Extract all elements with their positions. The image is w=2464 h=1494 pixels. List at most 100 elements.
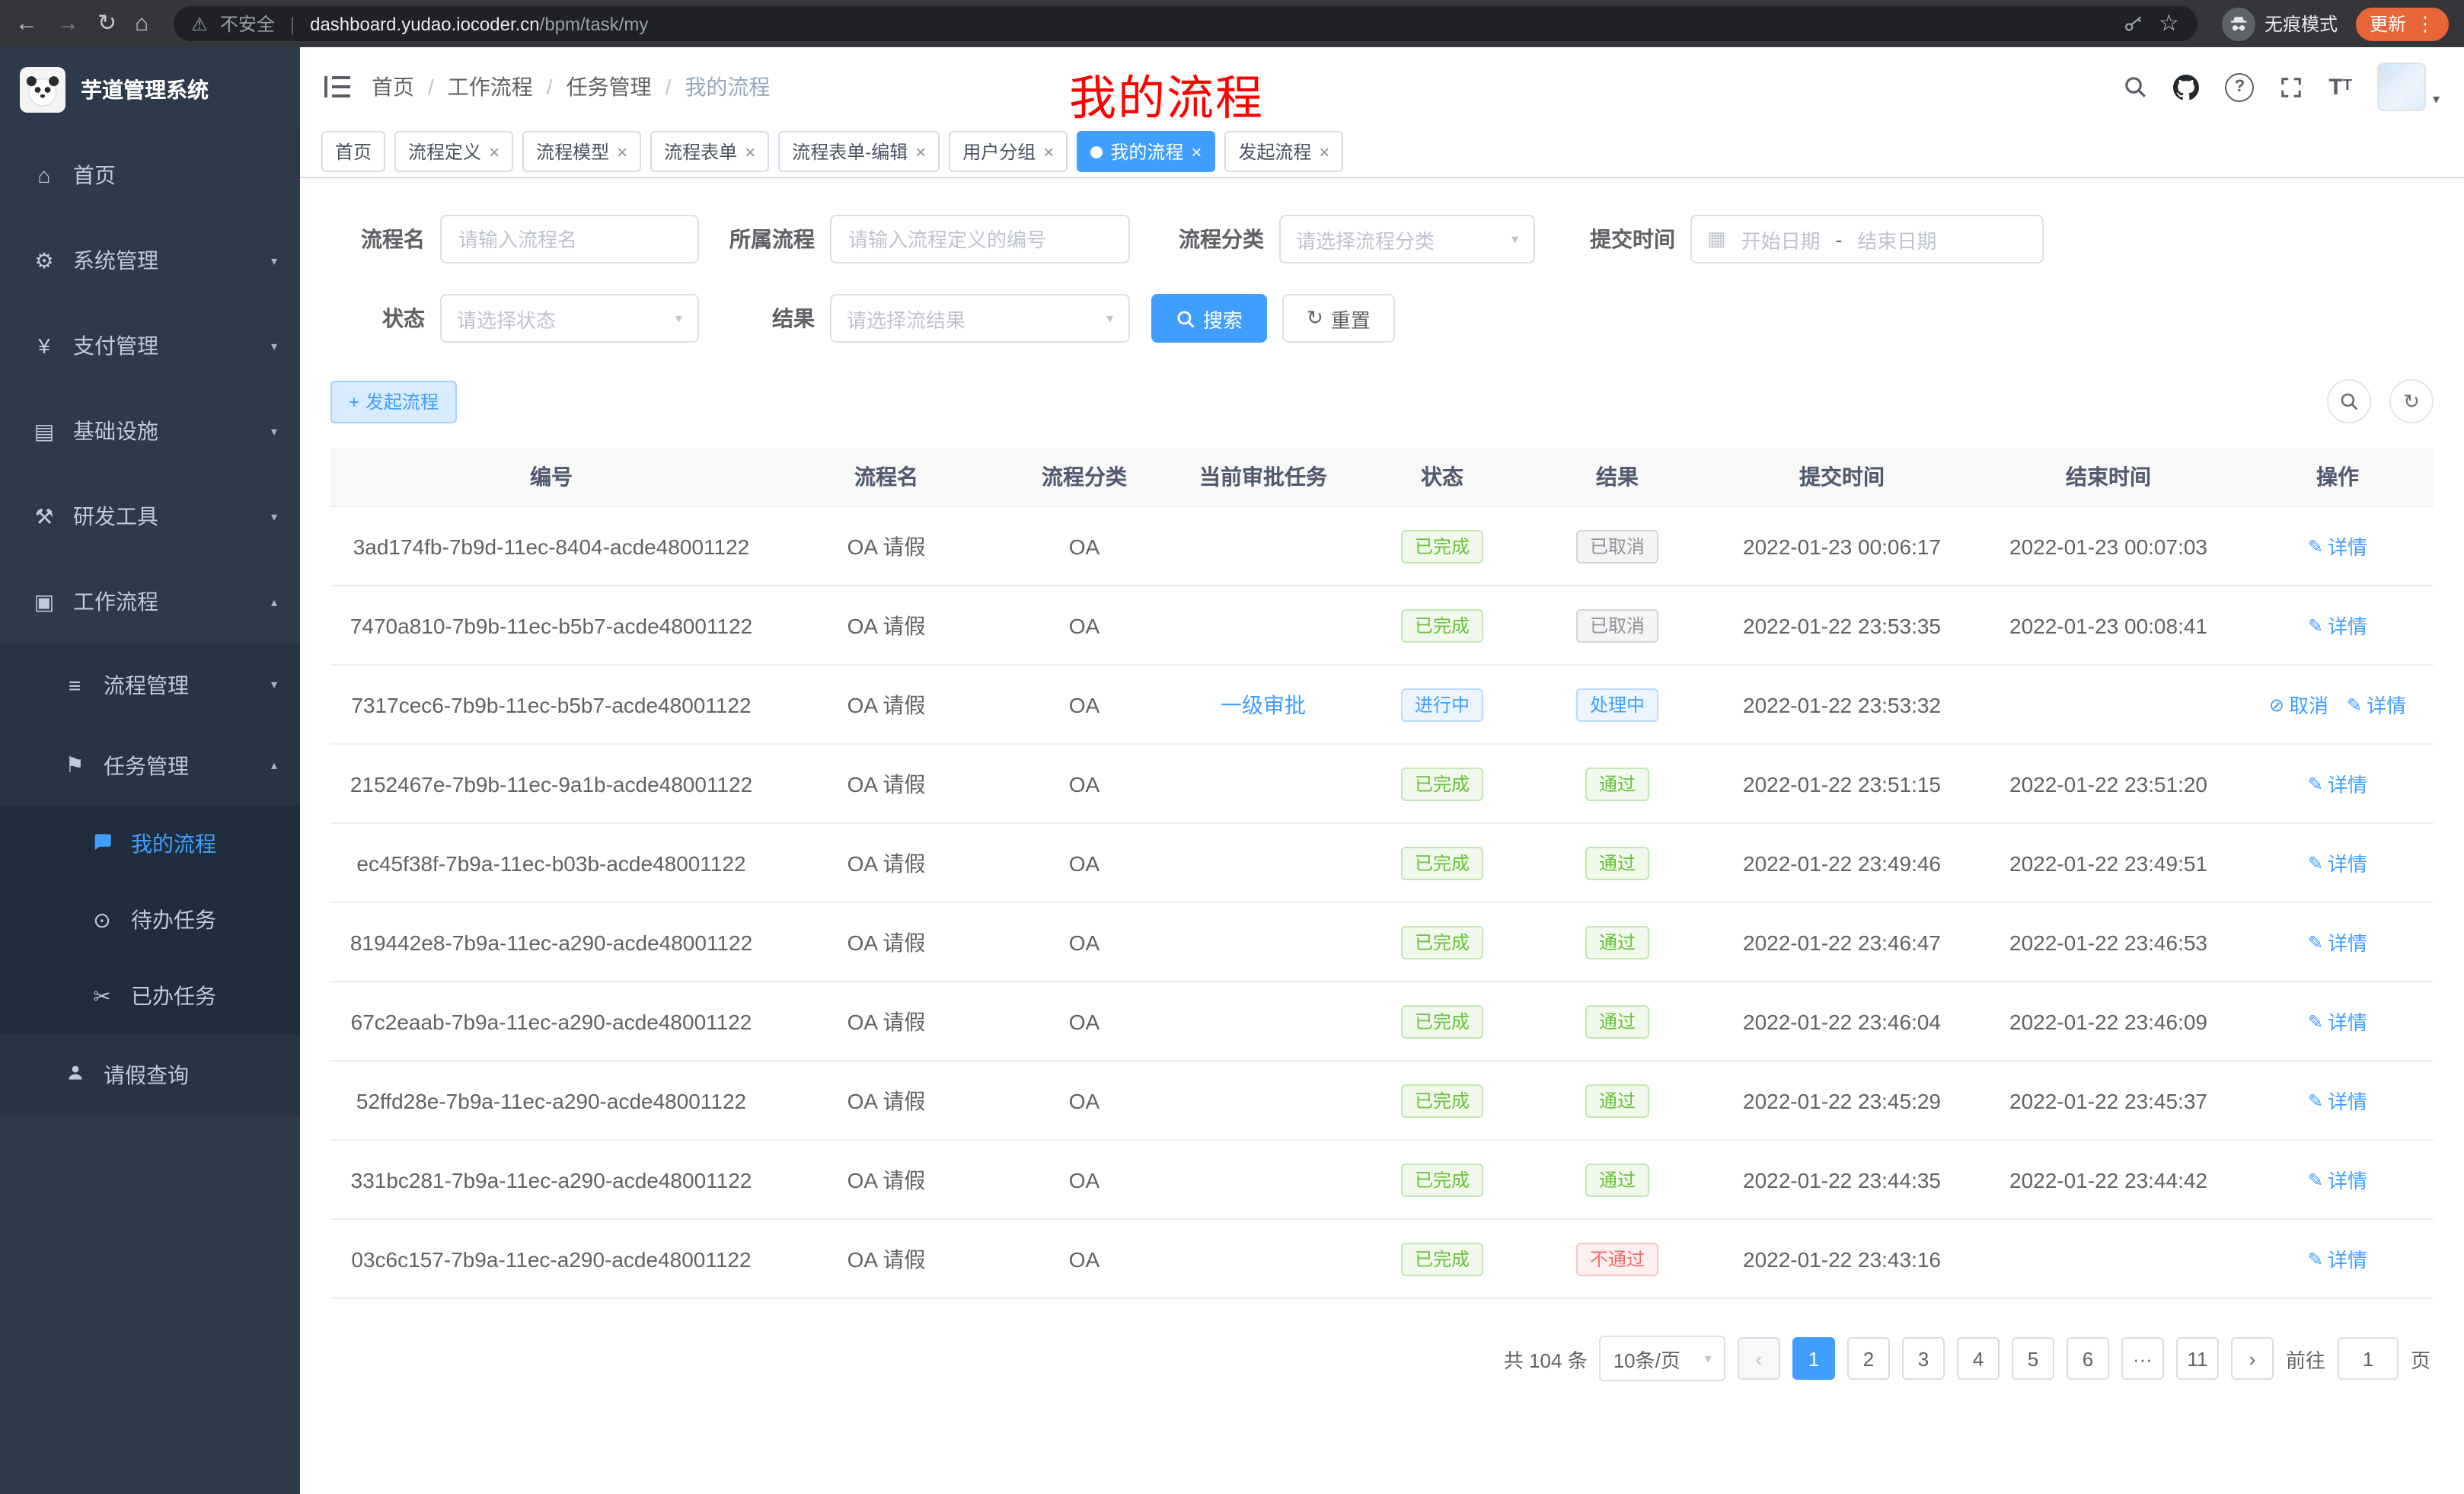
sidebar-item-payment[interactable]: ¥ 支付管理 ▾: [0, 303, 300, 388]
launch-process-button[interactable]: + 发起流程: [330, 380, 457, 423]
search-button[interactable]: 搜索: [1151, 294, 1267, 343]
end-time: 2022-01-22 23:46:53: [1975, 902, 2242, 982]
fullscreen-icon[interactable]: [2280, 75, 2303, 98]
submit-time-range-picker[interactable]: ▦ 开始日期 - 结束日期: [1690, 215, 2044, 263]
reload-icon[interactable]: ↻: [97, 12, 116, 35]
tab-process-model[interactable]: 流程模型×: [522, 131, 641, 172]
reset-button[interactable]: ↻ 重置: [1282, 294, 1395, 343]
tab-process-form-edit[interactable]: 流程表单-编辑×: [778, 131, 940, 172]
breadcrumb-task-management[interactable]: 任务管理: [567, 72, 652, 102]
tab-home[interactable]: 首页: [321, 131, 385, 172]
home-icon[interactable]: ⌂: [135, 12, 148, 35]
tab-user-group[interactable]: 用户分组×: [949, 131, 1068, 172]
page-button[interactable]: 2: [1847, 1337, 1890, 1380]
process-name: OA 请假: [772, 1140, 1001, 1219]
tab-process-definition[interactable]: 流程定义×: [394, 131, 513, 172]
status-select[interactable]: 请选择状态▾: [440, 294, 699, 343]
breadcrumb-home[interactable]: 首页: [372, 72, 414, 102]
detail-link[interactable]: ✎详情: [2308, 1086, 2367, 1115]
prev-page-button[interactable]: ‹: [1738, 1337, 1780, 1380]
detail-link[interactable]: ✎详情: [2308, 1244, 2367, 1273]
detail-link[interactable]: ✎详情: [2308, 769, 2367, 798]
sidebar-item-system[interactable]: ⚙ 系统管理 ▾: [0, 218, 300, 303]
page-button[interactable]: 4: [1957, 1337, 2000, 1380]
page-button[interactable]: 3: [1902, 1337, 1945, 1380]
sidebar-item-home[interactable]: ⌂ 首页: [0, 132, 300, 218]
sidebar-item-infrastructure[interactable]: ▤ 基础设施 ▾: [0, 388, 300, 474]
page-button[interactable]: 1: [1792, 1337, 1835, 1380]
toggle-search-icon[interactable]: [2327, 379, 2371, 423]
detail-link[interactable]: ✎详情: [2308, 611, 2367, 640]
address-bar[interactable]: ⚠ 不安全 | dashboard.yudao.iocoder.cn/bpm/t…: [173, 6, 2197, 41]
sidebar-item-workflow[interactable]: ▣ 工作流程 ▴: [0, 559, 300, 644]
home-icon: ⌂: [30, 163, 58, 187]
sidebar-item-task-management[interactable]: ⚑ 任务管理 ▴: [0, 725, 300, 806]
sidebar-item-my-process[interactable]: 我的流程: [0, 806, 300, 882]
next-page-button[interactable]: ›: [2231, 1337, 2274, 1380]
page-header: 首页 / 工作流程 / 任务管理 / 我的流程 我的流程 ?: [300, 47, 2464, 126]
page-button[interactable]: 5: [2012, 1337, 2054, 1380]
close-icon[interactable]: ×: [915, 141, 926, 162]
start-date-placeholder[interactable]: 开始日期: [1741, 225, 1821, 254]
detail-link[interactable]: ✎详情: [2308, 1165, 2367, 1194]
tab-launch-process[interactable]: 发起流程×: [1224, 131, 1343, 172]
status-badge: 已完成: [1401, 767, 1483, 800]
security-label[interactable]: 不安全: [220, 11, 275, 37]
end-time: 2022-01-23 00:08:41: [1975, 586, 2242, 665]
process-name: OA 请假: [772, 982, 1001, 1061]
forward-icon[interactable]: →: [56, 12, 79, 35]
close-icon[interactable]: ×: [489, 141, 500, 162]
page-url[interactable]: dashboard.yudao.iocoder.cn/bpm/task/my: [310, 13, 648, 34]
back-icon[interactable]: ←: [15, 12, 38, 35]
avatar[interactable]: ▾: [2378, 62, 2440, 111]
end-time: 2022-01-22 23:49:51: [1975, 823, 2242, 902]
category-select[interactable]: 请选择流程分类▾: [1279, 215, 1535, 263]
close-icon[interactable]: ×: [617, 141, 627, 162]
search-icon[interactable]: [2123, 75, 2147, 99]
close-icon[interactable]: ×: [1191, 141, 1202, 162]
more-pages-button[interactable]: ···: [2121, 1337, 2164, 1380]
detail-link[interactable]: ✎详情: [2308, 848, 2367, 877]
detail-link[interactable]: ✎详情: [2308, 1007, 2367, 1036]
help-icon[interactable]: ?: [2225, 72, 2254, 101]
process-name: OA 请假: [772, 1219, 1001, 1298]
process-name-input[interactable]: [440, 215, 699, 263]
submit-time: 2022-01-22 23:44:35: [1709, 1140, 1975, 1219]
page-button[interactable]: 6: [2067, 1337, 2109, 1380]
font-size-icon[interactable]: TT: [2328, 75, 2352, 98]
sidebar-item-done-tasks[interactable]: ✂ 已办任务: [0, 958, 300, 1034]
chevron-up-icon: ▴: [271, 758, 277, 772]
result-select[interactable]: 请选择流结果▾: [830, 294, 1130, 343]
process-id: 2152467e-7b9b-11ec-9a1b-acde48001122: [330, 744, 772, 823]
bookmark-star-icon[interactable]: ☆: [2159, 12, 2179, 35]
goto-page-input[interactable]: [2338, 1337, 2399, 1380]
refresh-table-icon[interactable]: ↻: [2389, 379, 2434, 423]
sidebar-item-process-management[interactable]: ≡ 流程管理 ▾: [0, 644, 300, 725]
breadcrumb-workflow[interactable]: 工作流程: [448, 72, 533, 102]
detail-link[interactable]: ✎详情: [2347, 690, 2406, 719]
sidebar-item-todo-tasks[interactable]: ⊙ 待办任务: [0, 882, 300, 958]
cancel-link[interactable]: ⊘取消: [2269, 690, 2328, 719]
submit-time: 2022-01-22 23:46:04: [1709, 982, 1975, 1061]
page-size-select[interactable]: 10条/页▾: [1600, 1336, 1725, 1381]
sidebar-item-leave-query[interactable]: 请假查询: [0, 1034, 300, 1115]
password-key-icon[interactable]: [2122, 13, 2143, 34]
close-icon[interactable]: ×: [745, 141, 755, 162]
end-date-placeholder[interactable]: 结束日期: [1857, 225, 1936, 254]
update-button[interactable]: 更新 ⋮: [2356, 7, 2449, 40]
current-task: [1168, 744, 1358, 823]
process-definition-input[interactable]: [830, 215, 1130, 263]
current-task-link[interactable]: 一级审批: [1221, 689, 1306, 720]
page-button[interactable]: 11: [2176, 1337, 2219, 1380]
browser-menu-icon[interactable]: ⋮: [2415, 11, 2435, 36]
sidebar-item-devtools[interactable]: ⚒ 研发工具 ▾: [0, 474, 300, 559]
detail-link[interactable]: ✎详情: [2308, 532, 2367, 560]
tab-process-form[interactable]: 流程表单×: [650, 131, 769, 172]
collapse-menu-icon[interactable]: [324, 76, 350, 97]
annotation-overlay-text: 我的流程: [1069, 59, 1264, 128]
github-icon[interactable]: [2173, 74, 2199, 100]
tab-my-process[interactable]: 我的流程×: [1077, 131, 1215, 172]
detail-link[interactable]: ✎详情: [2308, 927, 2367, 956]
close-icon[interactable]: ×: [1043, 141, 1054, 162]
close-icon[interactable]: ×: [1319, 141, 1329, 162]
